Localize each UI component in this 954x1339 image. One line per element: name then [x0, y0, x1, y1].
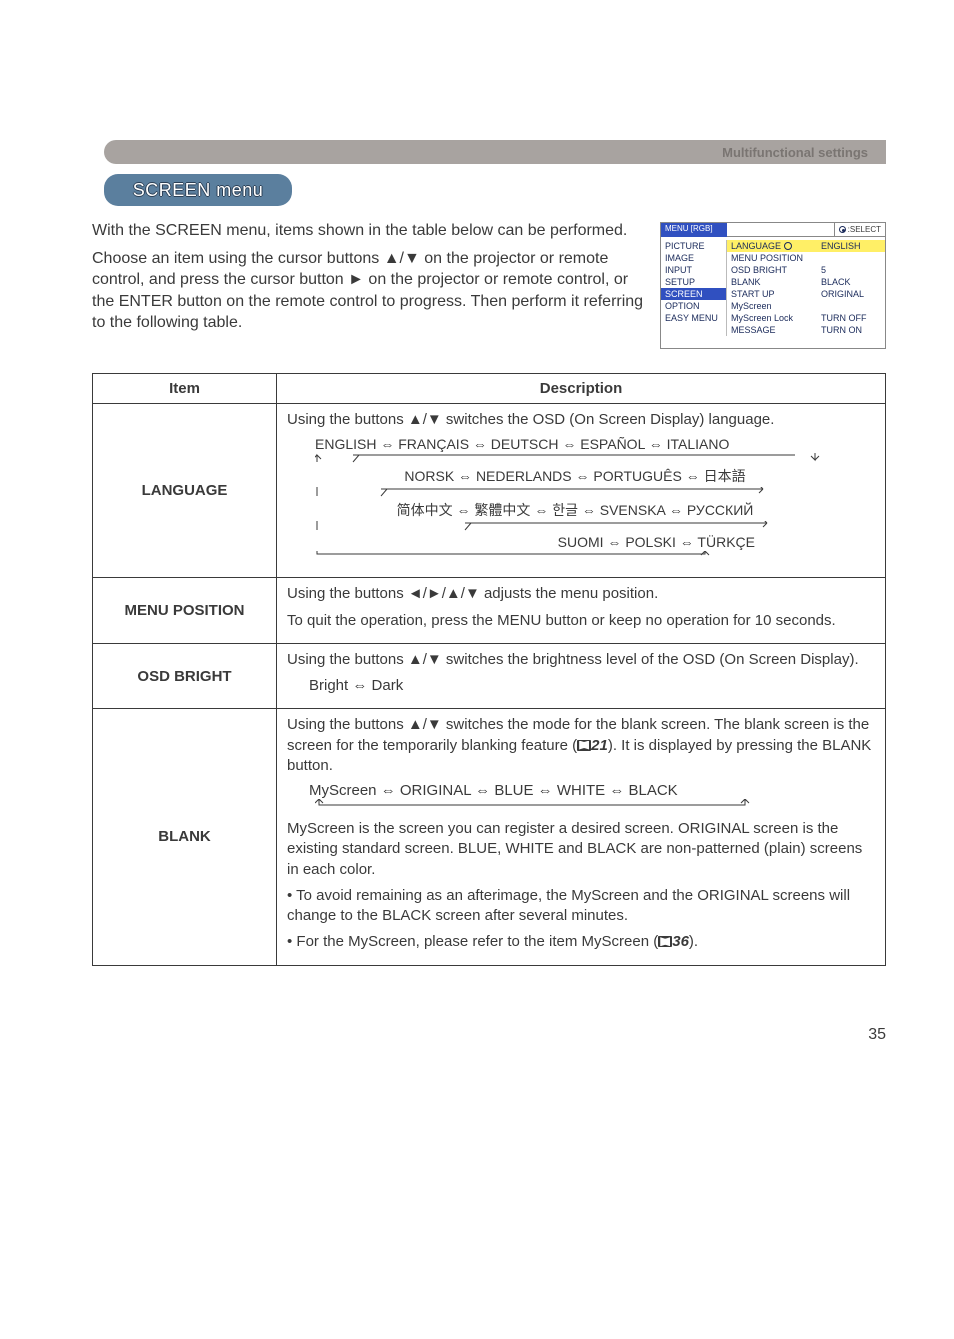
osd-item: IMAGE [665, 252, 722, 264]
section-title: SCREEN menu [133, 180, 264, 201]
section-header-label: Multifunctional settings [722, 145, 868, 160]
blank-cycle-arrow [309, 799, 875, 811]
connector-arrow-icon [315, 551, 835, 561]
osd-setting: MyScreen [731, 300, 813, 312]
table-head-item: Item [93, 374, 277, 404]
osd-setting: START UP [731, 288, 813, 300]
blank-p3: • To avoid remaining as an afterimage, t… [287, 886, 875, 927]
osd-item: OPTION [665, 300, 722, 312]
intro-paragraphs: With the SCREEN menu, items shown in the… [92, 220, 648, 340]
osd-col-values: ENGLISH 5 BLACK ORIGINAL TURN OFF TURN O… [817, 240, 885, 336]
lang-p1: Using the buttons ▲/▼ switches the OSD (… [287, 410, 875, 430]
row-item-language: LANGUAGE [93, 404, 277, 578]
osdbright-p1: Using the buttons ▲/▼ switches the brigh… [287, 650, 875, 670]
osd-item: EASY MENU [665, 312, 722, 324]
blank-modes-line: MyScreen ⇔ ORIGINAL ⇔ BLUE ⇔ WHITE ⇔ BLA… [309, 782, 875, 799]
row-item-blank: BLANK [93, 709, 277, 965]
menupos-p2: To quit the operation, press the MENU bu… [287, 611, 875, 631]
osd-value [821, 252, 881, 264]
row-desc-menupos: Using the buttons ◄/►/▲/▼ adjusts the me… [277, 578, 886, 644]
osdbright-p2: Bright ⇔ Dark [309, 676, 875, 696]
blank-p2: MyScreen is the screen you can register … [287, 819, 875, 880]
osd-setting: MyScreen Lock [731, 312, 813, 324]
select-icon [839, 226, 846, 233]
lang-line-2: NORSK ⇔ NEDERLANDS ⇔ PORTUGUÊS ⇔ 日本語 [315, 466, 875, 486]
section-header-bar: Multifunctional settings [104, 140, 886, 164]
osd-item-selected: SCREEN [661, 288, 726, 300]
section-title-badge: SCREEN menu [104, 174, 292, 206]
osd-setting-selected: LANGUAGE [727, 240, 817, 252]
cycle-arrow-icon [315, 799, 755, 811]
osd-title-left: MENU [RGB] [661, 223, 727, 237]
row-item-osdbright: OSD BRIGHT [93, 643, 277, 709]
language-cycle-diagram: ENGLISH ⇔ FRANÇAIS ⇔ DEUTSCH ⇔ ESPAÑOL ⇔… [315, 436, 875, 561]
osd-col-settings: LANGUAGE MENU POSITION OSD BRIGHT BLANK … [727, 240, 817, 336]
globe-icon [784, 242, 792, 250]
row-desc-blank: Using the buttons ▲/▼ switches the mode … [277, 709, 886, 965]
blank-p1: Using the buttons ▲/▼ switches the mode … [287, 715, 875, 776]
osd-item: PICTURE [665, 240, 722, 252]
osd-item: INPUT [665, 264, 722, 276]
connector-arrow-icon [315, 453, 835, 463]
table-head-desc: Description [277, 374, 886, 404]
osd-item: SETUP [665, 276, 722, 288]
lang-line-3: 简体中文 ⇔ 繁體中文 ⇔ 한글 ⇔ SVENSKA ⇔ РУССКИЙ [315, 500, 875, 520]
intro-p1: With the SCREEN menu, items shown in the… [92, 220, 648, 242]
table-row: OSD BRIGHT Using the buttons ▲/▼ switche… [93, 643, 886, 709]
osd-value: BLACK [821, 276, 881, 288]
osd-setting: BLANK [731, 276, 813, 288]
osd-setting: OSD BRIGHT [731, 264, 813, 276]
table-row: LANGUAGE Using the buttons ▲/▼ switches … [93, 404, 886, 578]
osd-value-selected: ENGLISH [817, 240, 885, 252]
osd-col-categories: PICTURE IMAGE INPUT SETUP SCREEN OPTION … [661, 240, 727, 336]
osd-value: TURN ON [821, 324, 881, 336]
osd-setting: MESSAGE [731, 324, 813, 336]
osd-setting: MENU POSITION [731, 252, 813, 264]
intro-p2: Choose an item using the cursor buttons … [92, 248, 648, 334]
row-desc-osdbright: Using the buttons ▲/▼ switches the brigh… [277, 643, 886, 709]
lang-line-4: SUOMI ⇔ POLSKI ⇔ TÜRKÇE [315, 534, 875, 550]
manual-ref-icon [658, 936, 672, 947]
connector-arrow-icon [315, 487, 835, 497]
settings-table: Item Description LANGUAGE Using the butt… [92, 373, 886, 966]
manual-ref-icon [577, 740, 591, 751]
osd-preview-panel: MENU [RGB] :SELECT PICTURE IMAGE INPUT S… [660, 222, 886, 349]
table-row: MENU POSITION Using the buttons ◄/►/▲/▼ … [93, 578, 886, 644]
menupos-p1: Using the buttons ◄/►/▲/▼ adjusts the me… [287, 584, 875, 604]
osd-value [821, 300, 881, 312]
blank-p4: • For the MyScreen, please refer to the … [287, 932, 875, 952]
osd-value: ORIGINAL [821, 288, 881, 300]
page-number: 35 [0, 1026, 886, 1044]
lang-line-1: ENGLISH ⇔ FRANÇAIS ⇔ DEUTSCH ⇔ ESPAÑOL ⇔… [315, 436, 875, 452]
row-desc-language: Using the buttons ▲/▼ switches the OSD (… [277, 404, 886, 578]
osd-value: 5 [821, 264, 881, 276]
osd-title-right: :SELECT [834, 223, 885, 237]
osd-value: TURN OFF [821, 312, 881, 324]
connector-arrow-icon [315, 521, 835, 531]
table-row: BLANK Using the buttons ▲/▼ switches the… [93, 709, 886, 965]
row-item-menupos: MENU POSITION [93, 578, 277, 644]
